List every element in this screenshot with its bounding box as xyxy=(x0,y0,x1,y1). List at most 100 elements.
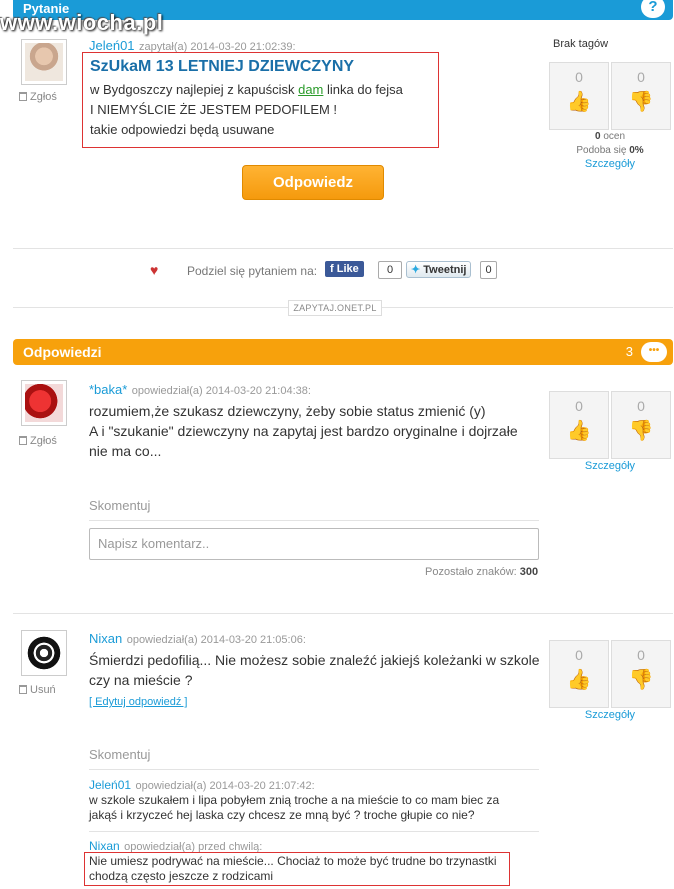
thumbs-up-icon: 👍 xyxy=(566,669,592,691)
delete-label: Usuń xyxy=(30,684,56,696)
facebook-like-label: Like xyxy=(336,263,359,275)
answer-details-link[interactable]: Szczegóły xyxy=(549,460,671,472)
comment-byline: Jeleń01 opowiedział(a) 2014-03-20 21:07:… xyxy=(89,776,315,794)
ratings-summary: 0 ocen xyxy=(549,131,671,142)
question-line-2: I NIEMYŚLCIE ŻE JESTEM PEDOFILEM ! xyxy=(90,102,338,117)
answer-text: rozumiem,że szukasz dziewczyny, żeby sob… xyxy=(89,401,539,461)
thumbs-down-icon: 👎 xyxy=(628,420,654,442)
divider xyxy=(13,248,673,249)
answer-line: rozumiem,że szukasz dziewczyny, żeby sob… xyxy=(89,403,486,419)
answer-author-avatar[interactable] xyxy=(21,630,67,676)
question-line-3: takie odpowiedzi będą usuwane xyxy=(90,122,275,137)
vote-down-button[interactable]: 0 👎 xyxy=(611,62,671,130)
answers-count: 3 xyxy=(625,344,633,359)
vote-up-count: 0 xyxy=(575,398,583,414)
edit-answer-link[interactable]: [ Edytuj odpowiedź ] xyxy=(89,696,187,708)
answer-text: Śmierdzi pedofilią... Nie możesz sobie z… xyxy=(89,650,544,690)
thumbs-down-icon: 👎 xyxy=(628,669,654,691)
answer-author-link[interactable]: Nixan xyxy=(89,631,122,646)
thumbs-up-icon: 👍 xyxy=(566,91,592,113)
comment-input[interactable]: Napisz komentarz.. xyxy=(89,528,539,560)
answer-meta: opowiedział(a) 2014-03-20 21:05:06: xyxy=(126,634,306,646)
likes-summary: Podoba się 0% xyxy=(549,145,671,156)
answers-title: Odpowiedzi xyxy=(23,344,102,360)
speech-bubble-icon: ••• xyxy=(641,342,667,362)
answer-line: A i "szukanie" dziewczyny na zapytaj jes… xyxy=(89,423,518,439)
tweet-count: 0 xyxy=(480,261,497,279)
facebook-like-count: 0 xyxy=(378,261,402,279)
comment-label[interactable]: Skomentuj xyxy=(89,747,150,762)
answer-line: nie ma co... xyxy=(89,443,162,459)
thumbs-down-icon: 👎 xyxy=(628,91,654,113)
help-icon[interactable]: ? xyxy=(641,0,665,18)
trash-icon xyxy=(19,685,27,694)
trash-icon xyxy=(19,92,27,101)
vote-up-button[interactable]: 0 👍 xyxy=(549,62,609,130)
report-button[interactable]: Zgłoś xyxy=(19,435,57,447)
question-inline-link[interactable]: dam xyxy=(298,82,323,97)
vote-down-count: 0 xyxy=(637,647,645,663)
watermark: www.wiocha.pl xyxy=(0,10,164,35)
answer-byline: Nixan opowiedział(a) 2014-03-20 21:05:06… xyxy=(89,630,306,648)
question-details-link[interactable]: Szczegóły xyxy=(549,158,671,170)
answer-author-link[interactable]: *baka* xyxy=(89,382,127,397)
report-label: Zgłoś xyxy=(30,435,57,447)
vote-down-button[interactable]: 0 👎 xyxy=(611,391,671,459)
question-line-1-text: w Bydgoszczy najlepiej z kapuścisk xyxy=(90,82,299,97)
comment-label[interactable]: Skomentuj xyxy=(89,498,150,513)
report-button[interactable]: Zgłoś xyxy=(19,91,57,103)
question-content: SzUkaM 13 LETNIEJ DZIEWCZYNY w Bydgoszcz… xyxy=(82,52,439,148)
twitter-bird-icon: ✦ xyxy=(411,264,421,276)
answer-button[interactable]: Odpowiedz xyxy=(242,165,384,200)
comment-author-link[interactable]: Jeleń01 xyxy=(89,778,131,792)
answer-meta: opowiedział(a) 2014-03-20 21:04:38: xyxy=(131,385,311,397)
vote-down-count: 0 xyxy=(637,398,645,414)
vote-down-count: 0 xyxy=(637,69,645,85)
question-line-1: w Bydgoszczy najlepiej z kapuścisk dam l… xyxy=(90,80,431,100)
question-author-avatar[interactable] xyxy=(21,39,67,85)
report-label: Zgłoś xyxy=(30,91,57,103)
ratings-count: 0 xyxy=(594,131,601,142)
question-title: SzUkaM 13 LETNIEJ DZIEWCZYNY xyxy=(90,58,355,75)
tweet-label: Tweetnij xyxy=(423,264,467,276)
answer-byline: *baka* opowiedział(a) 2014-03-20 21:04:3… xyxy=(89,381,311,399)
vote-up-count: 0 xyxy=(575,69,583,85)
trash-icon xyxy=(19,436,27,445)
divider xyxy=(89,831,539,832)
answers-header-bar: Odpowiedzi 3 ••• xyxy=(13,339,673,365)
question-line-1-end: linka do fejsa xyxy=(323,82,403,97)
divider xyxy=(89,769,539,770)
thumbs-up-icon: 👍 xyxy=(566,420,592,442)
answer-author-avatar[interactable] xyxy=(21,380,67,426)
comment-meta: opowiedział(a) 2014-03-20 21:07:42: xyxy=(135,780,315,792)
answer-details-link[interactable]: Szczegóły xyxy=(549,709,671,721)
comment-line: jakąś i krzyczeć hej laska czy chcesz ze… xyxy=(89,808,475,822)
comment-line: chodzą często jeszcze z rodzicami xyxy=(89,869,274,883)
divider xyxy=(89,520,539,521)
vote-up-button[interactable]: 0 👍 xyxy=(549,640,609,708)
heart-plus-icon: ♥ xyxy=(150,262,159,278)
comment-author-link[interactable]: Nixan xyxy=(89,839,120,853)
onet-badge[interactable]: ZAPYTAJ.ONET.PL xyxy=(288,300,382,316)
comment-line: w szkole szukałem i lipa pobyłem znią tr… xyxy=(89,793,500,807)
facebook-like-button[interactable]: f Like xyxy=(325,261,364,277)
vote-down-button[interactable]: 0 👎 xyxy=(611,640,671,708)
delete-button[interactable]: Usuń xyxy=(19,684,56,696)
vote-up-count: 0 xyxy=(575,647,583,663)
answer-line: Śmierdzi pedofilią... Nie możesz sobie z… xyxy=(89,652,540,668)
ratings-label: ocen xyxy=(603,131,626,142)
comment-line: Nie umiesz podrywać na mieście... Chocia… xyxy=(89,854,497,868)
answer-line: czy na mieście ? xyxy=(89,672,193,688)
comment-text: Nie umiesz podrywać na mieście... Chocia… xyxy=(84,852,510,886)
tags-label: Brak tagów xyxy=(553,38,609,50)
likes-label: Podoba się xyxy=(576,145,627,156)
question-author-link[interactable]: Jeleń01 xyxy=(89,38,135,53)
comment-text: w szkole szukałem i lipa pobyłem znią tr… xyxy=(89,793,539,823)
vote-up-button[interactable]: 0 👍 xyxy=(549,391,609,459)
likes-pct: 0% xyxy=(629,145,644,156)
remaining-label: Pozostało znaków: xyxy=(425,566,517,578)
tweet-button[interactable]: ✦ Tweetnij xyxy=(406,261,472,278)
share-text: Podziel się pytaniem na: xyxy=(187,264,318,278)
divider xyxy=(13,613,673,614)
remaining-chars: Pozostało znaków: 300 xyxy=(425,566,538,578)
